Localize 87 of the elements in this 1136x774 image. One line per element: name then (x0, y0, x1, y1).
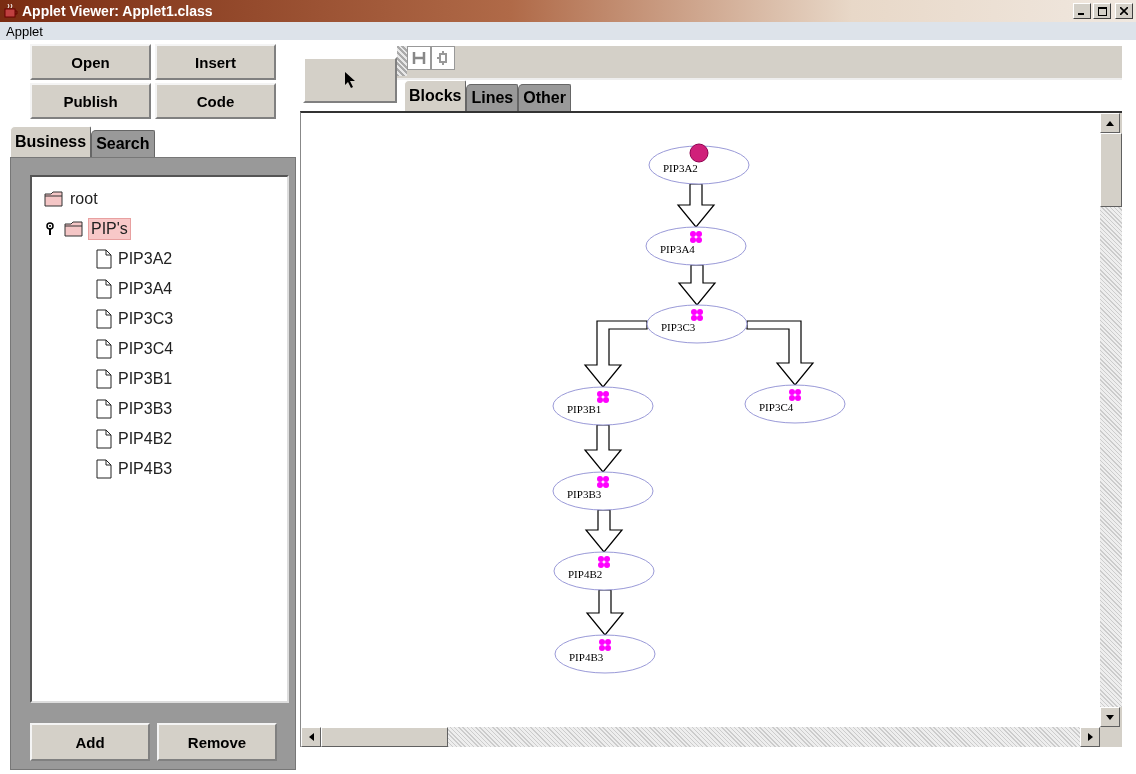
document-icon (96, 249, 112, 269)
tab[interactable]: Lines (466, 84, 519, 111)
start-ball-icon (689, 143, 709, 163)
node-label: PIP3B3 (567, 488, 602, 500)
tree-item[interactable]: PIP4B3 (116, 459, 175, 479)
process-node[interactable] (552, 471, 654, 511)
tab[interactable]: Other (518, 84, 571, 111)
tree-button[interactable]: Add (30, 723, 150, 761)
close-icon (1120, 7, 1128, 15)
flower-icon (598, 556, 610, 568)
flow-arrow (584, 509, 624, 553)
flow-arrow (585, 589, 625, 636)
node-label: PIP3A2 (663, 162, 698, 174)
tree-item[interactable]: root (68, 189, 100, 209)
tree-item[interactable]: PIP3B3 (116, 399, 175, 419)
node-label: PIP4B2 (568, 568, 603, 580)
loop-tool-button[interactable] (431, 46, 455, 70)
maximize-icon (1097, 6, 1107, 16)
document-icon (96, 309, 112, 329)
coffee-cup-icon (3, 3, 19, 19)
document-icon (96, 399, 112, 419)
node-label: PIP3A4 (660, 243, 695, 255)
connector-icon (411, 51, 427, 65)
expand-handle-icon[interactable] (46, 222, 54, 236)
close-button[interactable] (1115, 3, 1133, 19)
flow-arrow (677, 264, 717, 306)
process-node[interactable] (646, 304, 748, 344)
maximize-button[interactable] (1093, 3, 1111, 19)
down-arrow-icon (1106, 714, 1114, 720)
menu-item[interactable]: Applet (6, 23, 43, 39)
tree-item[interactable]: PIP4B2 (116, 429, 175, 449)
pointer-icon (344, 71, 356, 89)
node-label: PIP3C4 (759, 401, 794, 413)
tab[interactable]: Search (91, 130, 155, 157)
up-arrow-icon (1106, 120, 1114, 126)
process-node[interactable] (648, 145, 750, 185)
horizontal-scrollbar[interactable] (301, 727, 1100, 747)
process-node[interactable] (552, 386, 654, 426)
flower-icon (597, 476, 609, 488)
scrollbar-corner (1100, 727, 1122, 747)
flow-arrow (746, 320, 815, 386)
document-icon (96, 459, 112, 479)
flow-arrow (676, 183, 716, 228)
process-node[interactable] (744, 384, 846, 424)
vertical-scrollbar[interactable] (1100, 113, 1122, 727)
process-node[interactable] (553, 551, 655, 591)
left-arrow-icon (308, 733, 314, 741)
folder-icon (64, 221, 84, 237)
tree-item[interactable]: PIP3A4 (116, 279, 175, 299)
scroll-thumb[interactable] (321, 727, 448, 747)
right-arrow-icon (1087, 733, 1093, 741)
flow-arrow (583, 424, 623, 473)
document-icon (96, 369, 112, 389)
flower-icon (597, 391, 609, 403)
action-button[interactable]: Code (155, 83, 276, 119)
tab[interactable]: Blocks (404, 80, 467, 111)
toolbar-grip[interactable] (397, 46, 407, 76)
tree-item[interactable]: PIP3C3 (116, 309, 176, 329)
tree-button[interactable]: Remove (157, 723, 277, 761)
minimize-button[interactable] (1073, 3, 1091, 19)
folder-icon (44, 191, 64, 207)
process-node[interactable] (645, 226, 747, 266)
tree-item[interactable]: PIP3A2 (116, 249, 175, 269)
action-button[interactable]: Open (30, 44, 151, 80)
action-button[interactable]: Publish (30, 83, 151, 119)
document-icon (96, 279, 112, 299)
flower-icon (691, 309, 703, 321)
window-title: Applet Viewer: Applet1.class (22, 3, 213, 19)
scroll-thumb[interactable] (1100, 133, 1122, 207)
tree-item[interactable]: PIP3C4 (116, 339, 176, 359)
select-tool-button[interactable] (303, 57, 397, 103)
action-button[interactable]: Insert (155, 44, 276, 80)
loop-icon (436, 51, 450, 65)
tree-item[interactable]: PIP's (88, 218, 131, 240)
tab[interactable]: Business (10, 126, 92, 157)
flower-icon (789, 389, 801, 401)
document-icon (96, 429, 112, 449)
document-icon (96, 339, 112, 359)
node-label: PIP3C3 (661, 321, 696, 333)
flower-icon (599, 639, 611, 651)
flower-icon (690, 231, 702, 243)
tree-item[interactable]: PIP3B1 (116, 369, 175, 389)
connector-tool-button[interactable] (407, 46, 431, 70)
flow-arrow (583, 320, 648, 388)
node-label: PIP4B3 (569, 651, 604, 663)
node-label: PIP3B1 (567, 403, 602, 415)
process-node[interactable] (554, 634, 656, 674)
